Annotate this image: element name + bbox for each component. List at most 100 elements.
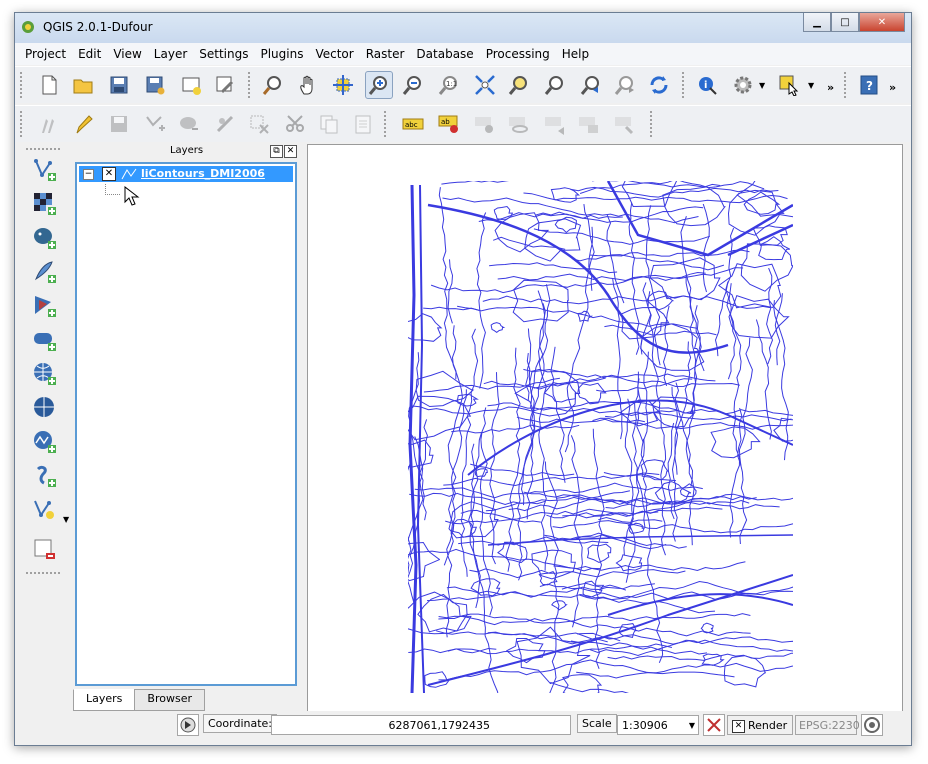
menu-processing[interactable]: Processing <box>486 47 550 61</box>
crs-status-button[interactable]: EPSG:2230 <box>795 715 860 735</box>
scale-combobox[interactable]: 1:30906 ▼ <box>617 715 699 735</box>
collapse-toggle-icon[interactable]: − <box>83 169 94 180</box>
node-tool-button[interactable] <box>211 110 239 138</box>
add-mssql-layer-button[interactable] <box>29 291 61 321</box>
menu-plugins[interactable]: Plugins <box>260 47 303 61</box>
move-label-button[interactable] <box>505 110 533 138</box>
zoom-next-button[interactable] <box>611 71 639 99</box>
layer-row[interactable]: − ✕ liContours_DMI2006 <box>79 166 293 182</box>
zoom-last-button[interactable] <box>577 71 605 99</box>
menu-vector[interactable]: Vector <box>315 47 353 61</box>
new-print-composer-button[interactable] <box>177 71 205 99</box>
help-button[interactable]: ? <box>855 71 883 99</box>
toggle-extents-button[interactable] <box>177 714 199 736</box>
zoom-to-selection-button[interactable] <box>505 71 533 99</box>
toolbar-grip[interactable] <box>19 110 23 138</box>
add-spatialite-layer-button[interactable] <box>29 257 61 287</box>
cut-features-button[interactable] <box>281 110 309 138</box>
move-feature-button[interactable] <box>175 110 203 138</box>
add-wfs-layer-button[interactable] <box>29 427 61 457</box>
contour-map[interactable] <box>308 145 902 711</box>
toolbar-grip[interactable] <box>25 147 61 151</box>
delete-selected-button[interactable] <box>245 110 273 138</box>
scale-dropdown-icon[interactable]: ▼ <box>689 716 695 736</box>
menu-help[interactable]: Help <box>562 47 589 61</box>
refresh-button[interactable] <box>645 71 673 99</box>
add-delimited-text-button[interactable] <box>29 461 61 491</box>
maximize-button[interactable]: □ <box>831 13 859 32</box>
contour-line <box>615 554 643 572</box>
tab-layers[interactable]: Layers <box>73 689 136 711</box>
menu-database[interactable]: Database <box>416 47 473 61</box>
composer-manager-button[interactable] <box>211 71 239 99</box>
save-edits-button[interactable] <box>105 110 133 138</box>
contour-line <box>671 386 679 475</box>
toggle-editing-button[interactable] <box>69 110 97 138</box>
new-shapefile-button[interactable] <box>29 495 61 525</box>
pan-button[interactable] <box>295 71 323 99</box>
menu-edit[interactable]: Edit <box>78 47 101 61</box>
menu-layer[interactable]: Layer <box>154 47 187 61</box>
copy-features-button[interactable] <box>315 110 343 138</box>
run-action-button[interactable] <box>729 71 757 99</box>
labeling-button[interactable]: abc <box>399 110 427 138</box>
identify-button[interactable]: i <box>693 71 721 99</box>
save-as-button[interactable] <box>141 71 169 99</box>
messages-button[interactable] <box>861 714 883 736</box>
contour-lines <box>408 181 793 693</box>
label-properties-button[interactable] <box>611 110 639 138</box>
add-wms-layer-button[interactable] <box>29 359 61 389</box>
stop-render-button[interactable] <box>703 714 725 736</box>
new-project-button[interactable] <box>35 71 63 99</box>
layers-tree[interactable]: − ✕ liContours_DMI2006 <box>75 162 297 686</box>
close-button[interactable]: ✕ <box>859 13 905 32</box>
add-raster-layer-button[interactable] <box>29 189 61 219</box>
zoom-to-layer-button[interactable] <box>541 71 569 99</box>
save-project-button[interactable] <box>105 71 133 99</box>
pin-labels-button[interactable]: ab <box>435 110 463 138</box>
add-wcs-layer-button[interactable] <box>29 393 61 423</box>
current-edits-button[interactable] <box>35 110 63 138</box>
toolbar-grip[interactable] <box>19 71 23 99</box>
toolbar-overflow-icon-2[interactable]: » <box>889 81 896 94</box>
pan-to-selection-button[interactable] <box>329 71 357 99</box>
undock-panel-icon[interactable]: ⧉ <box>270 145 283 158</box>
add-oracle-layer-button[interactable] <box>29 325 61 355</box>
zoom-full-button[interactable] <box>471 71 499 99</box>
zoom-out-button[interactable] <box>399 71 427 99</box>
remove-layer-button[interactable] <box>29 535 61 565</box>
add-vector-layer-button[interactable] <box>29 155 61 185</box>
add-postgis-layer-button[interactable] <box>29 223 61 253</box>
render-checkbox[interactable]: ✕ Render <box>727 715 793 735</box>
show-hide-labels-button[interactable] <box>471 110 499 138</box>
add-mssql-layer-icon <box>35 296 56 317</box>
menu-raster[interactable]: Raster <box>366 47 405 61</box>
title-bar[interactable]: QGIS 2.0.1-Dufour ▁ □ ✕ <box>15 13 911 43</box>
menu-project[interactable]: Project <box>25 47 66 61</box>
layer-visibility-checkbox[interactable]: ✕ <box>102 167 116 181</box>
coordinate-field[interactable]: 6287061,1792435 <box>271 715 571 735</box>
select-dropdown-icon[interactable]: ▼ <box>808 81 814 90</box>
menu-settings[interactable]: Settings <box>199 47 248 61</box>
contour-line <box>640 323 705 371</box>
new-layer-dropdown-icon[interactable]: ▼ <box>63 515 69 524</box>
tab-browser[interactable]: Browser <box>134 689 205 711</box>
current-edits-icon <box>42 119 54 133</box>
zoom-in-button[interactable] <box>365 71 393 99</box>
add-feature-button[interactable] <box>141 110 169 138</box>
pan-to-selected-button[interactable] <box>259 71 287 99</box>
open-project-button[interactable] <box>69 71 97 99</box>
toolbar-overflow-icon[interactable]: » <box>827 81 834 94</box>
paste-features-button[interactable] <box>349 110 377 138</box>
zoom-actual-size-button[interactable]: 1:1 <box>435 71 463 99</box>
menu-view[interactable]: View <box>113 47 141 61</box>
select-features-button[interactable] <box>775 71 803 99</box>
layers-panel-title[interactable]: Layers <box>72 143 301 159</box>
minimize-button[interactable]: ▁ <box>803 13 831 32</box>
rotate-label-button[interactable] <box>541 110 569 138</box>
map-canvas[interactable] <box>307 144 903 712</box>
action-dropdown-icon[interactable]: ▼ <box>759 81 765 90</box>
change-label-button[interactable] <box>575 110 603 138</box>
contour-line <box>489 372 500 565</box>
close-panel-icon[interactable]: ✕ <box>284 145 297 158</box>
